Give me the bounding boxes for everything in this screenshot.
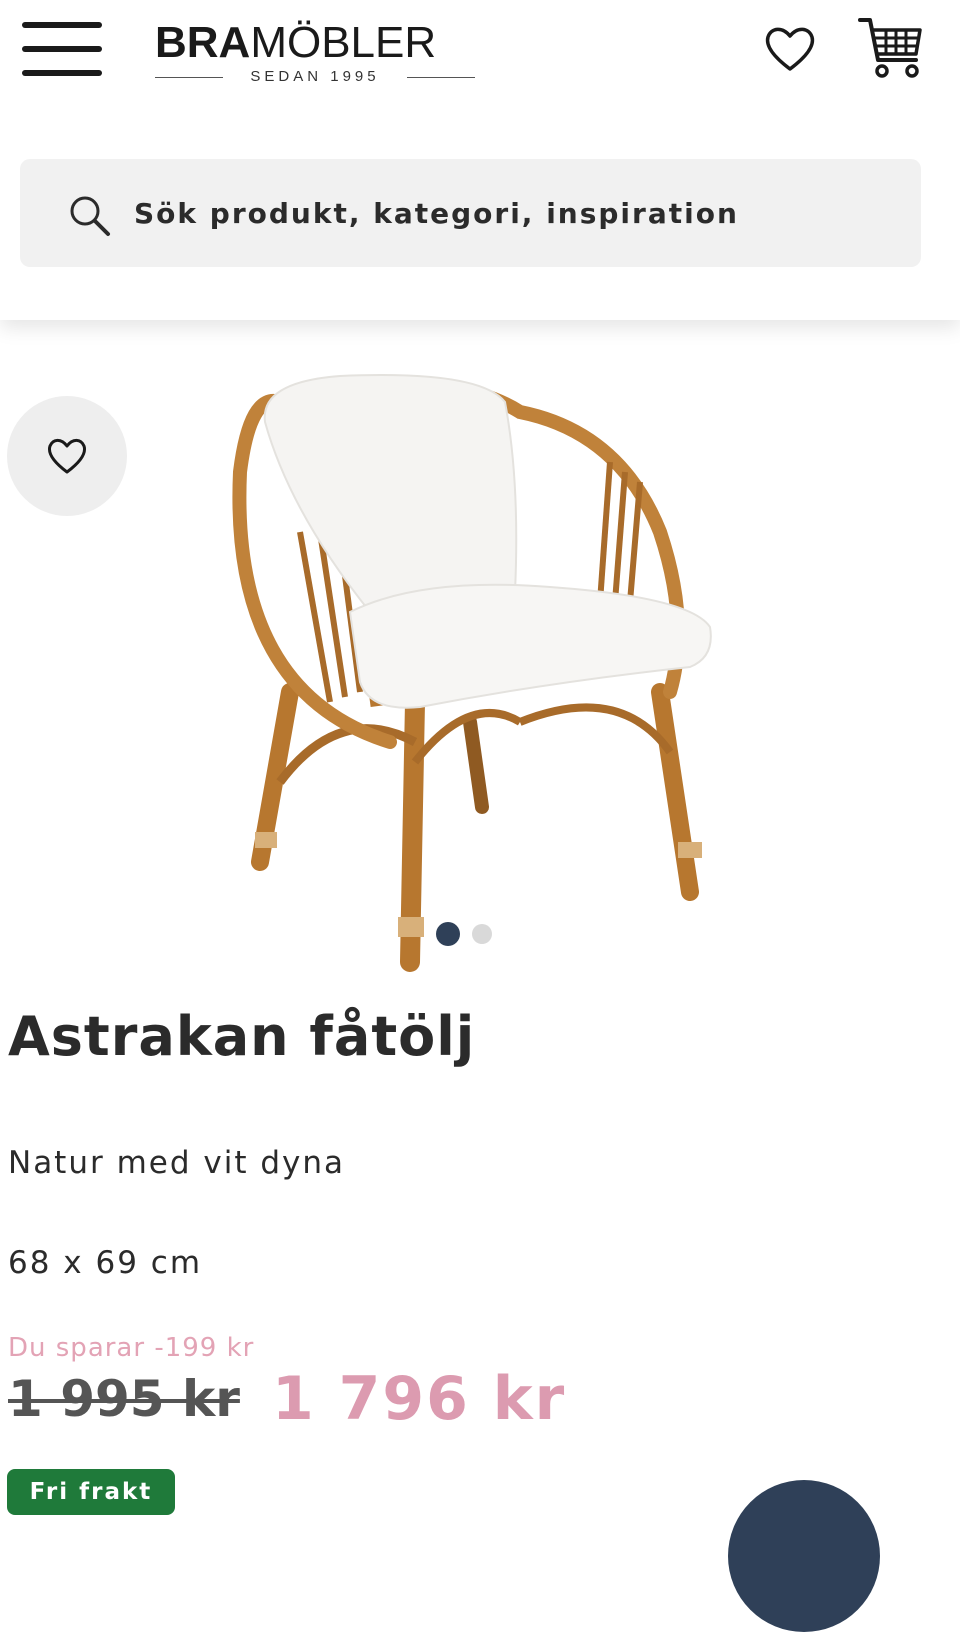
current-price: 1 796 kr — [272, 1364, 567, 1434]
gallery-dot-2[interactable] — [472, 924, 492, 944]
product-image[interactable] — [220, 362, 720, 972]
site-logo[interactable]: BRAMÖBLER SEDAN 1995 — [155, 18, 475, 88]
product-dimensions: 68 x 69 cm — [8, 1245, 203, 1281]
gallery-dot-1[interactable] — [436, 922, 460, 946]
saving-text: Du sparar -199 kr — [8, 1333, 255, 1363]
product-title: Astrakan fåtölj — [8, 1005, 476, 1068]
search-input[interactable]: Sök produkt, kategori, inspiration — [20, 159, 921, 267]
wishlist-heart-icon[interactable] — [762, 24, 818, 74]
logo-tagline: SEDAN 1995 — [155, 68, 475, 88]
site-header: BRAMÖBLER SEDAN 1995 Sök produkt, katego… — [0, 0, 960, 320]
heart-icon — [48, 438, 86, 474]
search-icon — [68, 194, 112, 238]
gallery-pagination — [436, 922, 496, 946]
free-shipping-badge: Fri frakt — [7, 1469, 175, 1515]
add-to-wishlist-button[interactable] — [7, 396, 127, 516]
search-placeholder: Sök produkt, kategori, inspiration — [134, 197, 739, 230]
floating-action-button[interactable] — [728, 1480, 880, 1632]
shopping-cart-icon[interactable] — [856, 16, 926, 80]
hamburger-menu-icon[interactable] — [22, 22, 102, 76]
old-price: 1 995 kr — [8, 1370, 240, 1428]
product-variant: Natur med vit dyna — [8, 1145, 346, 1181]
logo-wordmark: BRAMÖBLER — [155, 18, 437, 67]
